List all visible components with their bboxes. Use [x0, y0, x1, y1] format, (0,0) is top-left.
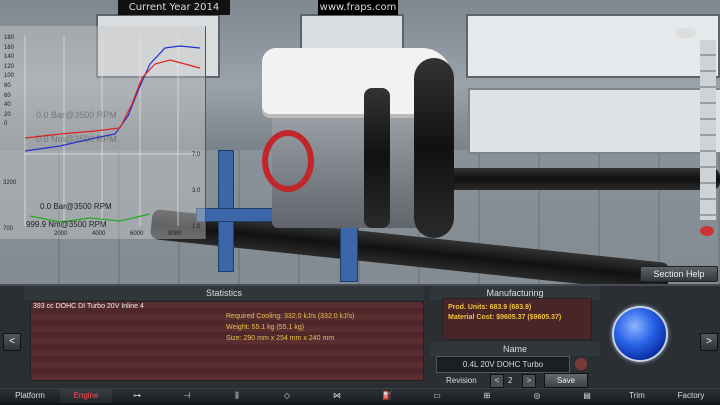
y-tick: 120 [4, 63, 15, 70]
section-help-button[interactable]: Section Help [640, 266, 718, 282]
right-tick: 3.0 [192, 188, 201, 194]
flywheel [262, 130, 314, 192]
material-cost: Material Cost: $9605.37 ($9605.37) [448, 314, 562, 321]
x-tick: 6000 [130, 231, 144, 237]
save-button[interactable]: Save [544, 373, 588, 388]
exhaust-pipe [440, 168, 720, 190]
next-button[interactable]: > [700, 333, 718, 351]
tab-camshaft-icon[interactable]: ⊣ [162, 389, 213, 403]
fraps-watermark: www.fraps.com [318, 0, 398, 15]
belt-drive [414, 58, 454, 238]
year-label: Current Year 2014 [118, 0, 230, 15]
camera-icon[interactable] [676, 28, 696, 38]
torque-curve [24, 59, 201, 139]
y-tick: 100 [4, 73, 15, 80]
tab-platform[interactable]: Platform [0, 389, 61, 403]
intake-pipe [364, 88, 390, 228]
graph-ghost-label: 0.0 Nm@3500 RPM [36, 134, 117, 144]
y-tick: 80 [4, 82, 11, 89]
tab-turbo-icon[interactable]: ⊞ [462, 389, 513, 403]
engine-size: Size: 290 mm x 254 mm x 240 mm [226, 335, 335, 342]
boost-readout: 0.0 Bar@3500 RPM [40, 202, 112, 211]
tab-summary-icon[interactable]: ▤ [562, 389, 613, 403]
revision-value: 2 [508, 376, 513, 385]
x-tick: 2000 [54, 231, 68, 237]
right-tick: 7.0 [192, 152, 201, 158]
tab-pistons-icon[interactable]: ⫼ [212, 389, 263, 403]
tab-fuel-icon[interactable]: ⛽ [362, 389, 413, 403]
y-tick: 3200 [3, 180, 17, 186]
tab-intake-icon[interactable]: ⋈ [312, 389, 363, 403]
y-tick: 700 [3, 226, 14, 232]
x-tick: 8000 [168, 231, 182, 237]
graph-ghost-label: 0.0 Bar@3500 RPM [36, 110, 117, 120]
engine-test-orb-button[interactable] [612, 306, 668, 362]
eye-icon[interactable] [700, 226, 714, 236]
tab-heads-icon[interactable]: ◇ [262, 389, 313, 403]
revision-label: Revision [446, 376, 477, 385]
randomize-name-icon[interactable] [574, 357, 588, 371]
required-cooling: Required Cooling: 332.0 kJ/s (332.0 kJ/s… [226, 313, 355, 320]
engine-title: 393 cc DOHC DI Turbo 20V Inline 4 [33, 303, 144, 310]
side-scroll-rail[interactable] [700, 40, 716, 220]
y-tick: 180 [4, 35, 15, 41]
x-tick: 4000 [92, 231, 106, 237]
revision-increment[interactable]: > [522, 374, 536, 388]
tab-engine[interactable]: Engine [60, 389, 113, 403]
y-tick: 40 [4, 102, 11, 109]
revision-decrement[interactable]: < [490, 374, 504, 388]
tab-trim[interactable]: Trim [612, 389, 663, 403]
name-header: Name [430, 342, 600, 356]
tab-crankshaft-icon[interactable]: ⊶ [112, 389, 163, 403]
performance-graph: 180 160 140 120 100 80 60 40 20 0 3200 7… [0, 26, 206, 239]
engine-name-input[interactable]: 0.4L 20V DOHC Turbo [436, 356, 570, 373]
background-window [466, 14, 720, 78]
y-tick: 60 [4, 92, 11, 99]
prev-button[interactable]: < [3, 333, 21, 351]
y-tick: 140 [4, 54, 15, 61]
prod-units: Prod. Units: 683.9 (683.9) [448, 304, 532, 311]
graph-grid [24, 36, 200, 226]
y-tick: 20 [4, 111, 11, 118]
statistics-header: Statistics [24, 286, 424, 300]
y-tick: 0 [4, 121, 8, 128]
tab-exhaust-icon[interactable]: ▭ [412, 389, 463, 403]
tab-test-icon[interactable]: ◎ [512, 389, 563, 403]
right-tick: 1.0 [192, 224, 201, 230]
tab-factory[interactable]: Factory [662, 389, 720, 403]
y-axis-top: 180 160 140 120 100 80 60 40 20 0 [4, 34, 14, 130]
engine-weight: Weight: 55.1 kg (55.1 kg) [226, 324, 305, 331]
y-tick: 160 [4, 44, 15, 51]
test-bench [468, 88, 720, 154]
torque-readout: 999.9 Nm@3500 RPM [26, 220, 107, 229]
